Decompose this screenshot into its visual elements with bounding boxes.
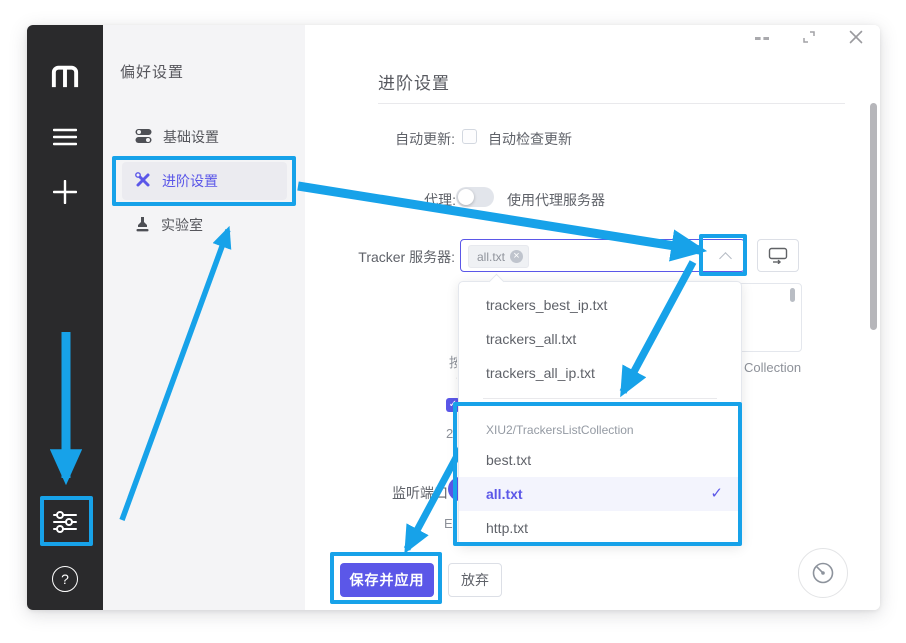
nav-item-basic-settings[interactable]: 基础设置 xyxy=(122,118,287,156)
toggle-knob xyxy=(458,189,474,205)
highlight-box-save-button xyxy=(330,552,442,604)
close-button[interactable] xyxy=(848,29,864,50)
motrix-logo-icon xyxy=(27,61,103,91)
title-divider xyxy=(378,103,845,104)
auto-update-checkbox[interactable] xyxy=(462,129,477,144)
tracker-label: Tracker 服务器: xyxy=(350,247,455,267)
minimize-button[interactable] xyxy=(755,37,769,40)
dropdown-option[interactable]: trackers_all_ip.txt xyxy=(459,356,741,390)
proxy-label: 代理: xyxy=(386,190,456,210)
proxy-option-label: 使用代理服务器 xyxy=(507,190,605,210)
auto-update-label: 自动更新: xyxy=(378,129,455,149)
help-text-fragment: 〈 xyxy=(449,368,457,387)
dropdown-option[interactable]: trackers_best_ip.txt xyxy=(459,288,741,322)
discard-button[interactable]: 放弃 xyxy=(448,563,502,597)
tag-label: all.txt xyxy=(477,250,505,264)
task-list-icon[interactable] xyxy=(27,125,103,149)
highlight-box-dropdown-group xyxy=(453,402,742,546)
nav-item-label: 基础设置 xyxy=(163,127,219,147)
auto-update-option-label: 自动检查更新 xyxy=(488,129,572,149)
highlight-box-advanced-nav xyxy=(112,156,296,206)
basic-settings-icon xyxy=(135,128,152,147)
sync-trackers-button[interactable] xyxy=(757,239,799,272)
nav-item-lab[interactable]: 实验室 xyxy=(122,206,287,244)
lab-stamp-icon xyxy=(135,216,150,235)
tracker-tag: all.txt × xyxy=(468,245,529,268)
maximize-button[interactable] xyxy=(801,29,817,50)
nav-item-label: 实验室 xyxy=(161,215,203,235)
dropdown-option[interactable]: trackers_all.txt xyxy=(459,322,741,356)
page-title: 进阶设置 xyxy=(378,69,450,94)
collection-link-fragment[interactable]: Collection xyxy=(744,360,814,375)
proxy-toggle[interactable] xyxy=(456,187,494,207)
page: ? 偏好设置 基础设置 进阶设置 xyxy=(0,0,906,643)
textarea-scrollbar[interactable] xyxy=(790,288,795,302)
preferences-panel: 偏好设置 基础设置 进阶设置 xyxy=(103,25,305,610)
main-scrollbar[interactable] xyxy=(870,103,877,330)
tag-close-icon[interactable]: × xyxy=(510,250,523,263)
preferences-title: 偏好设置 xyxy=(120,61,184,82)
highlight-box-chevron xyxy=(699,234,747,276)
add-task-icon[interactable] xyxy=(27,179,103,205)
listen-port-label: 监听端口 xyxy=(388,483,448,503)
help-icon[interactable]: ? xyxy=(27,565,103,593)
speed-limit-button[interactable] xyxy=(798,548,848,598)
highlight-box-preferences-icon xyxy=(40,496,93,546)
